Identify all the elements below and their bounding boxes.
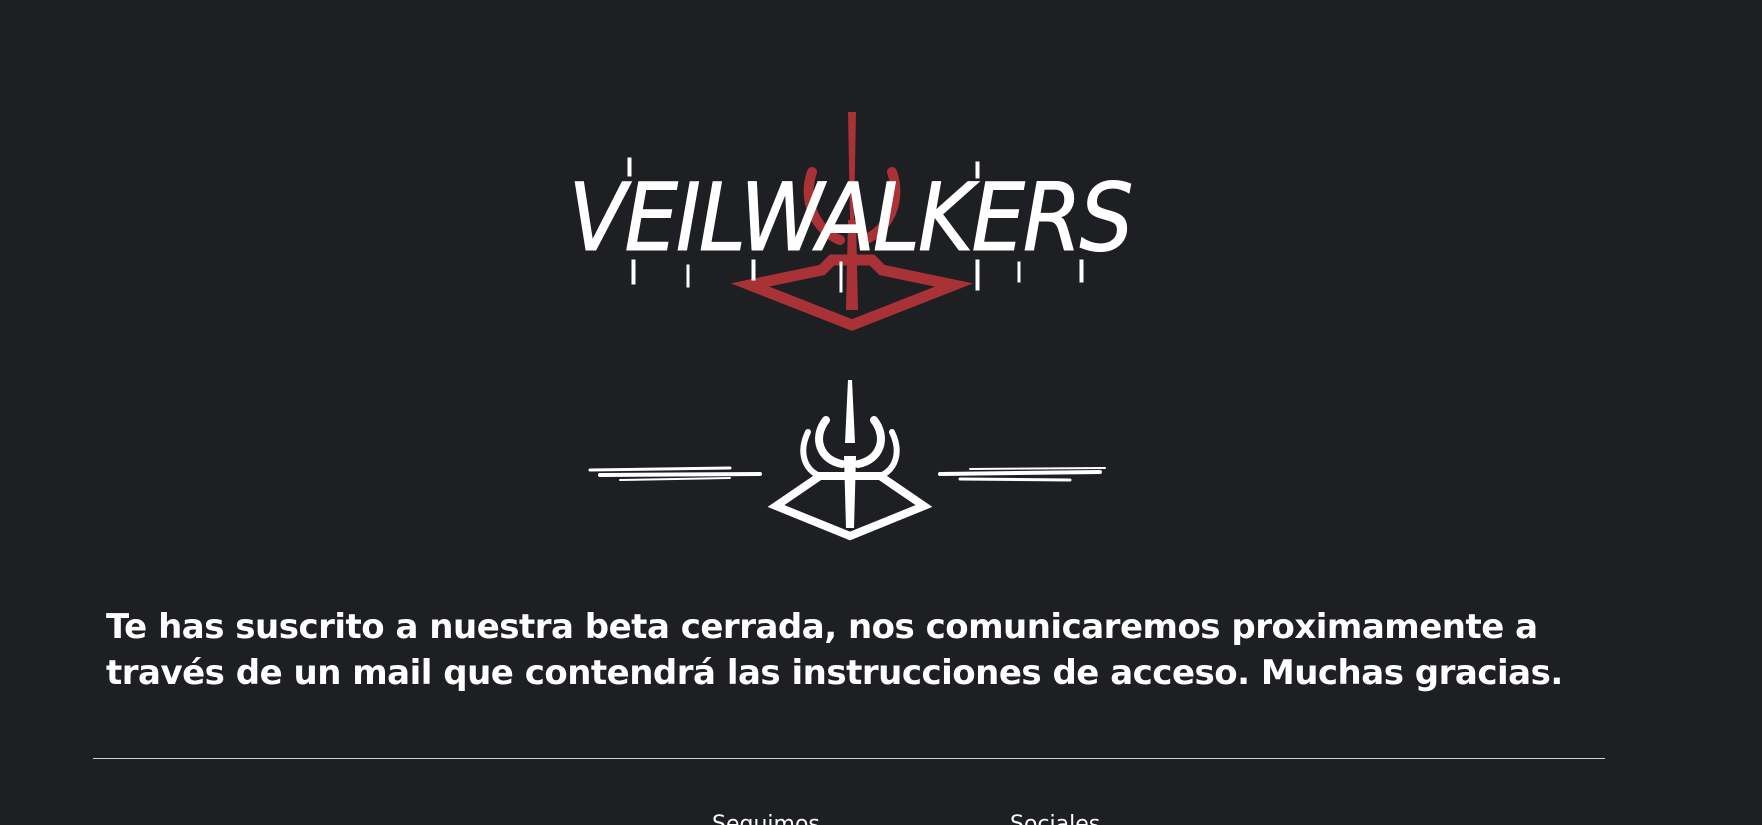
emblem-icon — [588, 380, 1106, 541]
logo-wordmark: VEILWALKERS — [568, 157, 1134, 293]
footer-divider — [93, 758, 1605, 759]
footer-link-sociales[interactable]: Sociales — [1010, 812, 1100, 825]
section-divider — [580, 378, 1120, 543]
svg-text:VEILWALKERS: VEILWALKERS — [569, 164, 1132, 273]
page: VEILWALKERS Te has suscrito a nuestra be… — [0, 0, 1762, 825]
veilwalkers-logo[interactable]: VEILWALKERS — [540, 100, 1160, 340]
subscription-confirmation-message: Te has suscrito a nuestra beta cerrada, … — [106, 607, 1563, 693]
footer-link-seguimos[interactable]: Seguimos — [712, 812, 820, 825]
footer-links: Seguimos Sociales — [0, 812, 1762, 825]
